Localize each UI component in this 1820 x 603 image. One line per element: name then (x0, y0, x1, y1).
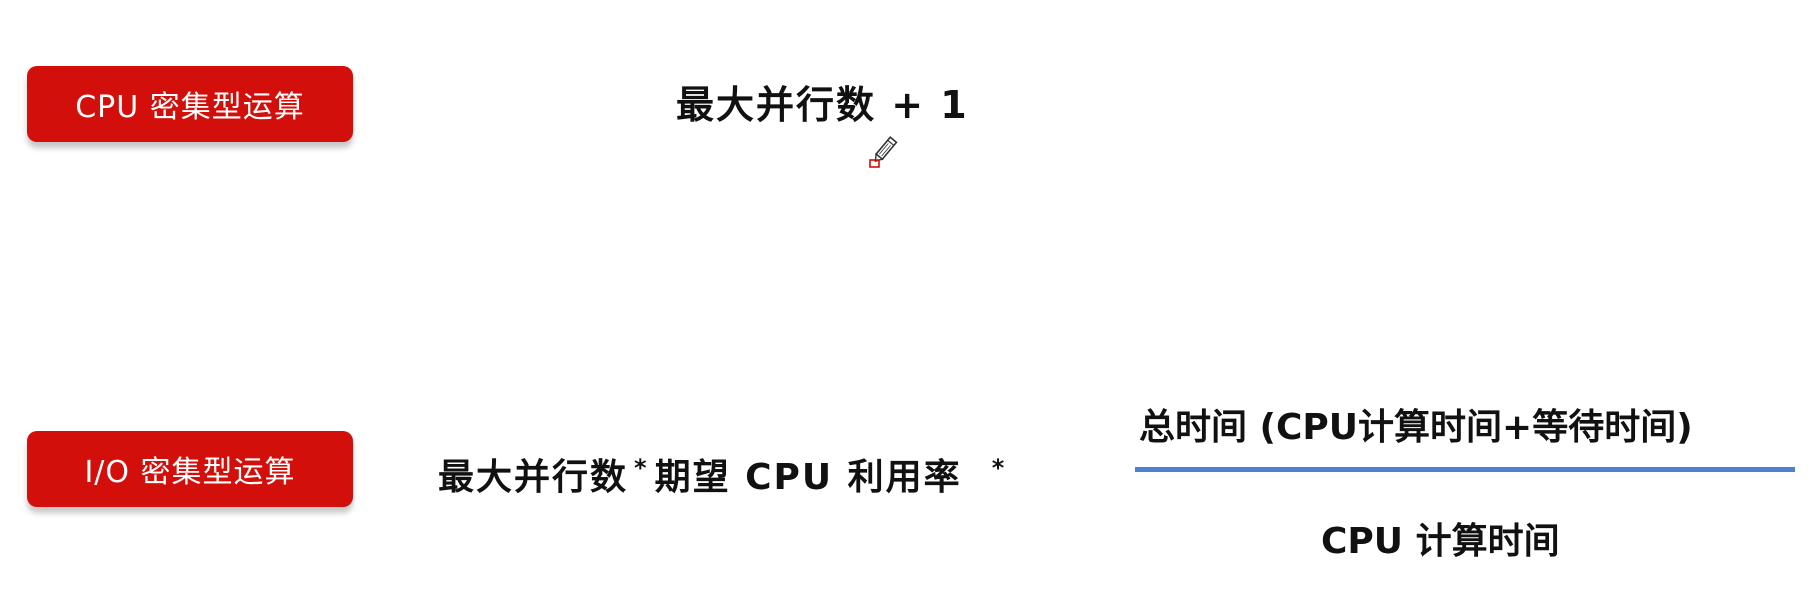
fraction-bar (1135, 467, 1795, 472)
slide-canvas: CPU 密集型运算 最大并行数 + 1 I/O 密集型运算 最大并行数 * 期望 C… (0, 0, 1820, 603)
cpu-intensive-tag-label: CPU 密集型运算 (75, 90, 305, 125)
cpu-intensive-formula: 最大并行数 + 1 (676, 83, 969, 127)
pencil-cursor-icon (869, 136, 898, 168)
io-intensive-tag-label: I/O 密集型运算 (84, 455, 296, 490)
fraction-numerator: 总时间 (CPU计算时间+等待时间) (1139, 407, 1693, 448)
cpu-utilization-term: 期望 CPU 利用率 (654, 457, 962, 498)
multiply-operator-1: * (634, 454, 649, 482)
time-ratio-fraction: 总时间 (CPU计算时间+等待时间) CPU 计算时间 (1135, 388, 1795, 568)
max-parallel-term: 最大并行数 (438, 457, 629, 498)
io-intensive-formula: 最大并行数 * 期望 CPU 利用率 * (438, 448, 1012, 500)
multiply-operator-2: * (991, 454, 1007, 482)
cpu-intensive-tag: CPU 密集型运算 (27, 66, 353, 142)
fraction-denominator: CPU 计算时间 (1321, 521, 1560, 562)
io-intensive-tag: I/O 密集型运算 (27, 431, 353, 507)
